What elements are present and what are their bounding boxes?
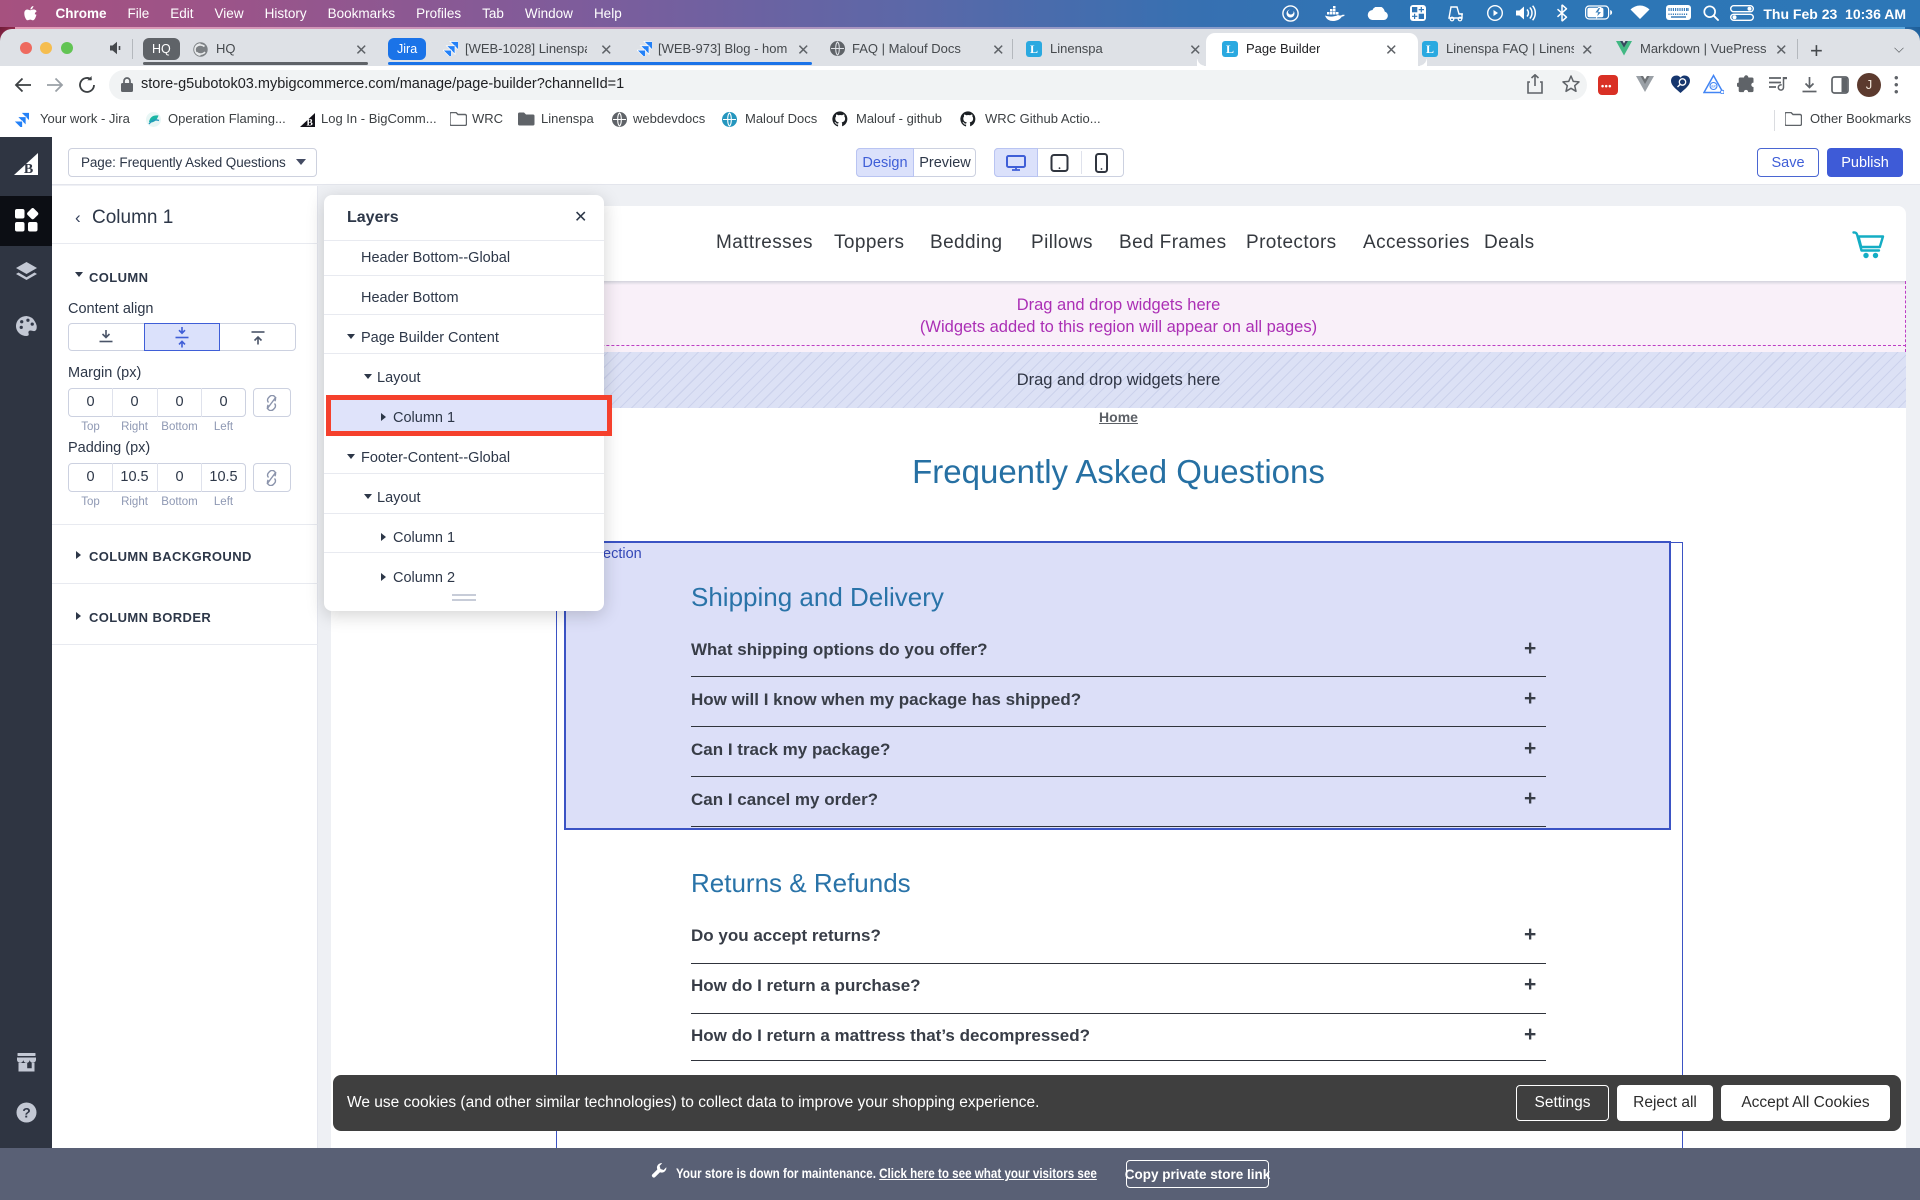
svg-text:?: ?	[22, 1104, 31, 1120]
svg-text:B: B	[24, 162, 33, 176]
svg-text:B: B	[307, 118, 314, 127]
svg-text:ax: ax	[1711, 84, 1717, 89]
